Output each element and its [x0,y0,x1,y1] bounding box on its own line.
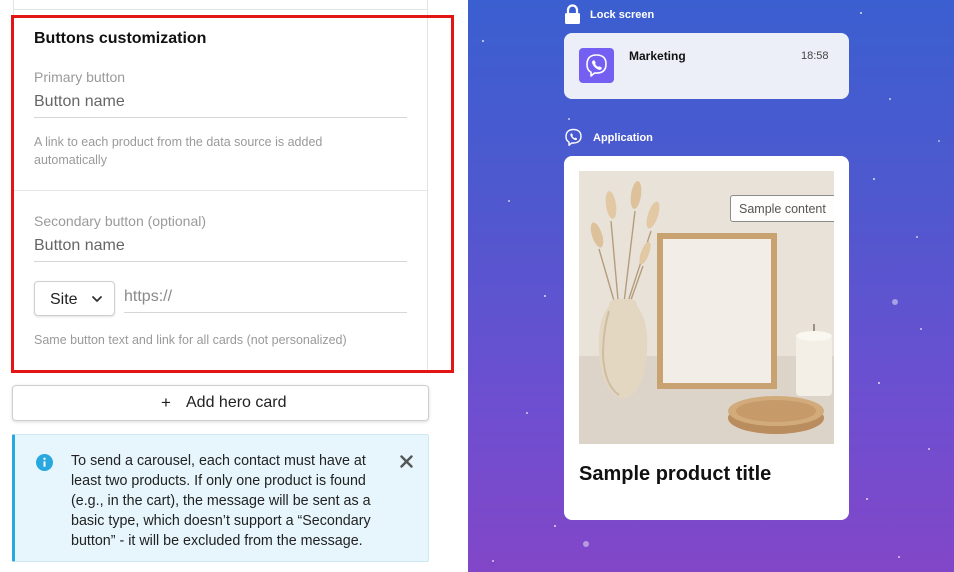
star [482,40,484,42]
star [928,448,930,450]
star [916,236,918,238]
star [938,140,940,142]
notification-time: 18:58 [801,50,829,62]
star [920,328,922,330]
product-title: Sample product title [579,463,772,485]
product-photo: Sample content [579,171,834,444]
info-alert: To send a carousel, each contact must ha… [12,434,429,562]
star [892,299,898,305]
add-hero-card-button[interactable]: + Add hero card [12,385,429,421]
lock-screen-label: Lock screen [590,9,655,21]
star [554,525,556,527]
star [568,118,570,120]
star [526,412,528,414]
editor-panel: Buttons customization Primary button But… [0,0,468,572]
sample-content-tag: Sample content [730,195,834,222]
star [898,556,900,558]
star [544,295,546,297]
info-icon [36,454,53,471]
lock-icon [565,4,580,24]
message-preview: Lock screen Marketing 18:58 Application [468,0,954,572]
lock-screen-notification: Marketing 18:58 [564,33,849,99]
notification-title: Marketing [629,49,686,63]
star [866,498,868,500]
star [508,200,510,202]
viber-icon [579,48,614,83]
plus-icon: + [161,393,171,412]
top-divider [13,9,428,10]
star [873,178,875,180]
application-label: Application [593,132,653,144]
star [492,560,494,562]
star [860,12,862,14]
star [583,541,589,547]
highlight-box [11,15,454,373]
close-icon[interactable] [400,455,413,468]
viber-icon [565,128,582,146]
sample-content-label: Sample content [739,202,826,216]
star [878,382,880,384]
star [889,98,891,100]
application-card: Sample content Sample product title [564,156,849,520]
info-message: To send a carousel, each contact must ha… [71,453,371,549]
add-hero-card-label: Add hero card [186,394,287,411]
